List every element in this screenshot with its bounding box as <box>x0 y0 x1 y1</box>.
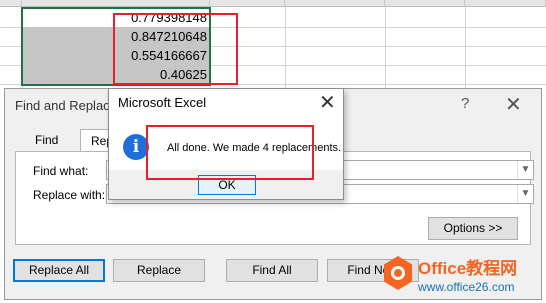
column-header-b[interactable]: B <box>22 0 210 7</box>
close-button[interactable]: ✕ <box>319 90 336 115</box>
annotation-box <box>146 125 314 180</box>
watermark-name: Office教程网 <box>418 259 518 278</box>
annotation-box <box>113 13 238 85</box>
replace-button[interactable]: Replace <box>113 259 205 282</box>
help-button[interactable]: ? <box>461 95 469 112</box>
watermark-url: www.office26.com <box>418 280 515 294</box>
replace-with-label: Replace with: <box>33 188 106 202</box>
grid-line <box>465 7 466 91</box>
chevron-down-icon[interactable]: ▼ <box>517 161 533 179</box>
find-all-button[interactable]: Find All <box>226 259 318 282</box>
options-button[interactable]: Options >> <box>428 217 518 240</box>
column-header-d[interactable]: D <box>285 0 385 7</box>
office-logo-icon <box>384 256 412 290</box>
column-header[interactable] <box>0 0 22 7</box>
watermark: Office教程网 www.office26.com <box>384 254 544 300</box>
column-header-e[interactable]: E <box>385 0 465 7</box>
chevron-down-icon[interactable]: ▼ <box>517 185 533 203</box>
column-header-f[interactable]: F <box>465 0 546 7</box>
logo-ring <box>391 266 405 280</box>
dialog-title: Find and Replace <box>15 98 117 113</box>
grid-line <box>385 7 386 91</box>
close-button[interactable]: ✕ <box>505 92 522 117</box>
find-what-label: Find what: <box>33 164 89 178</box>
tab-find[interactable]: Find <box>25 129 68 151</box>
replace-all-button[interactable]: Replace All <box>13 259 105 282</box>
grid-line <box>285 7 286 91</box>
message-box-title: Microsoft Excel <box>118 95 207 110</box>
column-header-c[interactable]: C <box>210 0 285 7</box>
